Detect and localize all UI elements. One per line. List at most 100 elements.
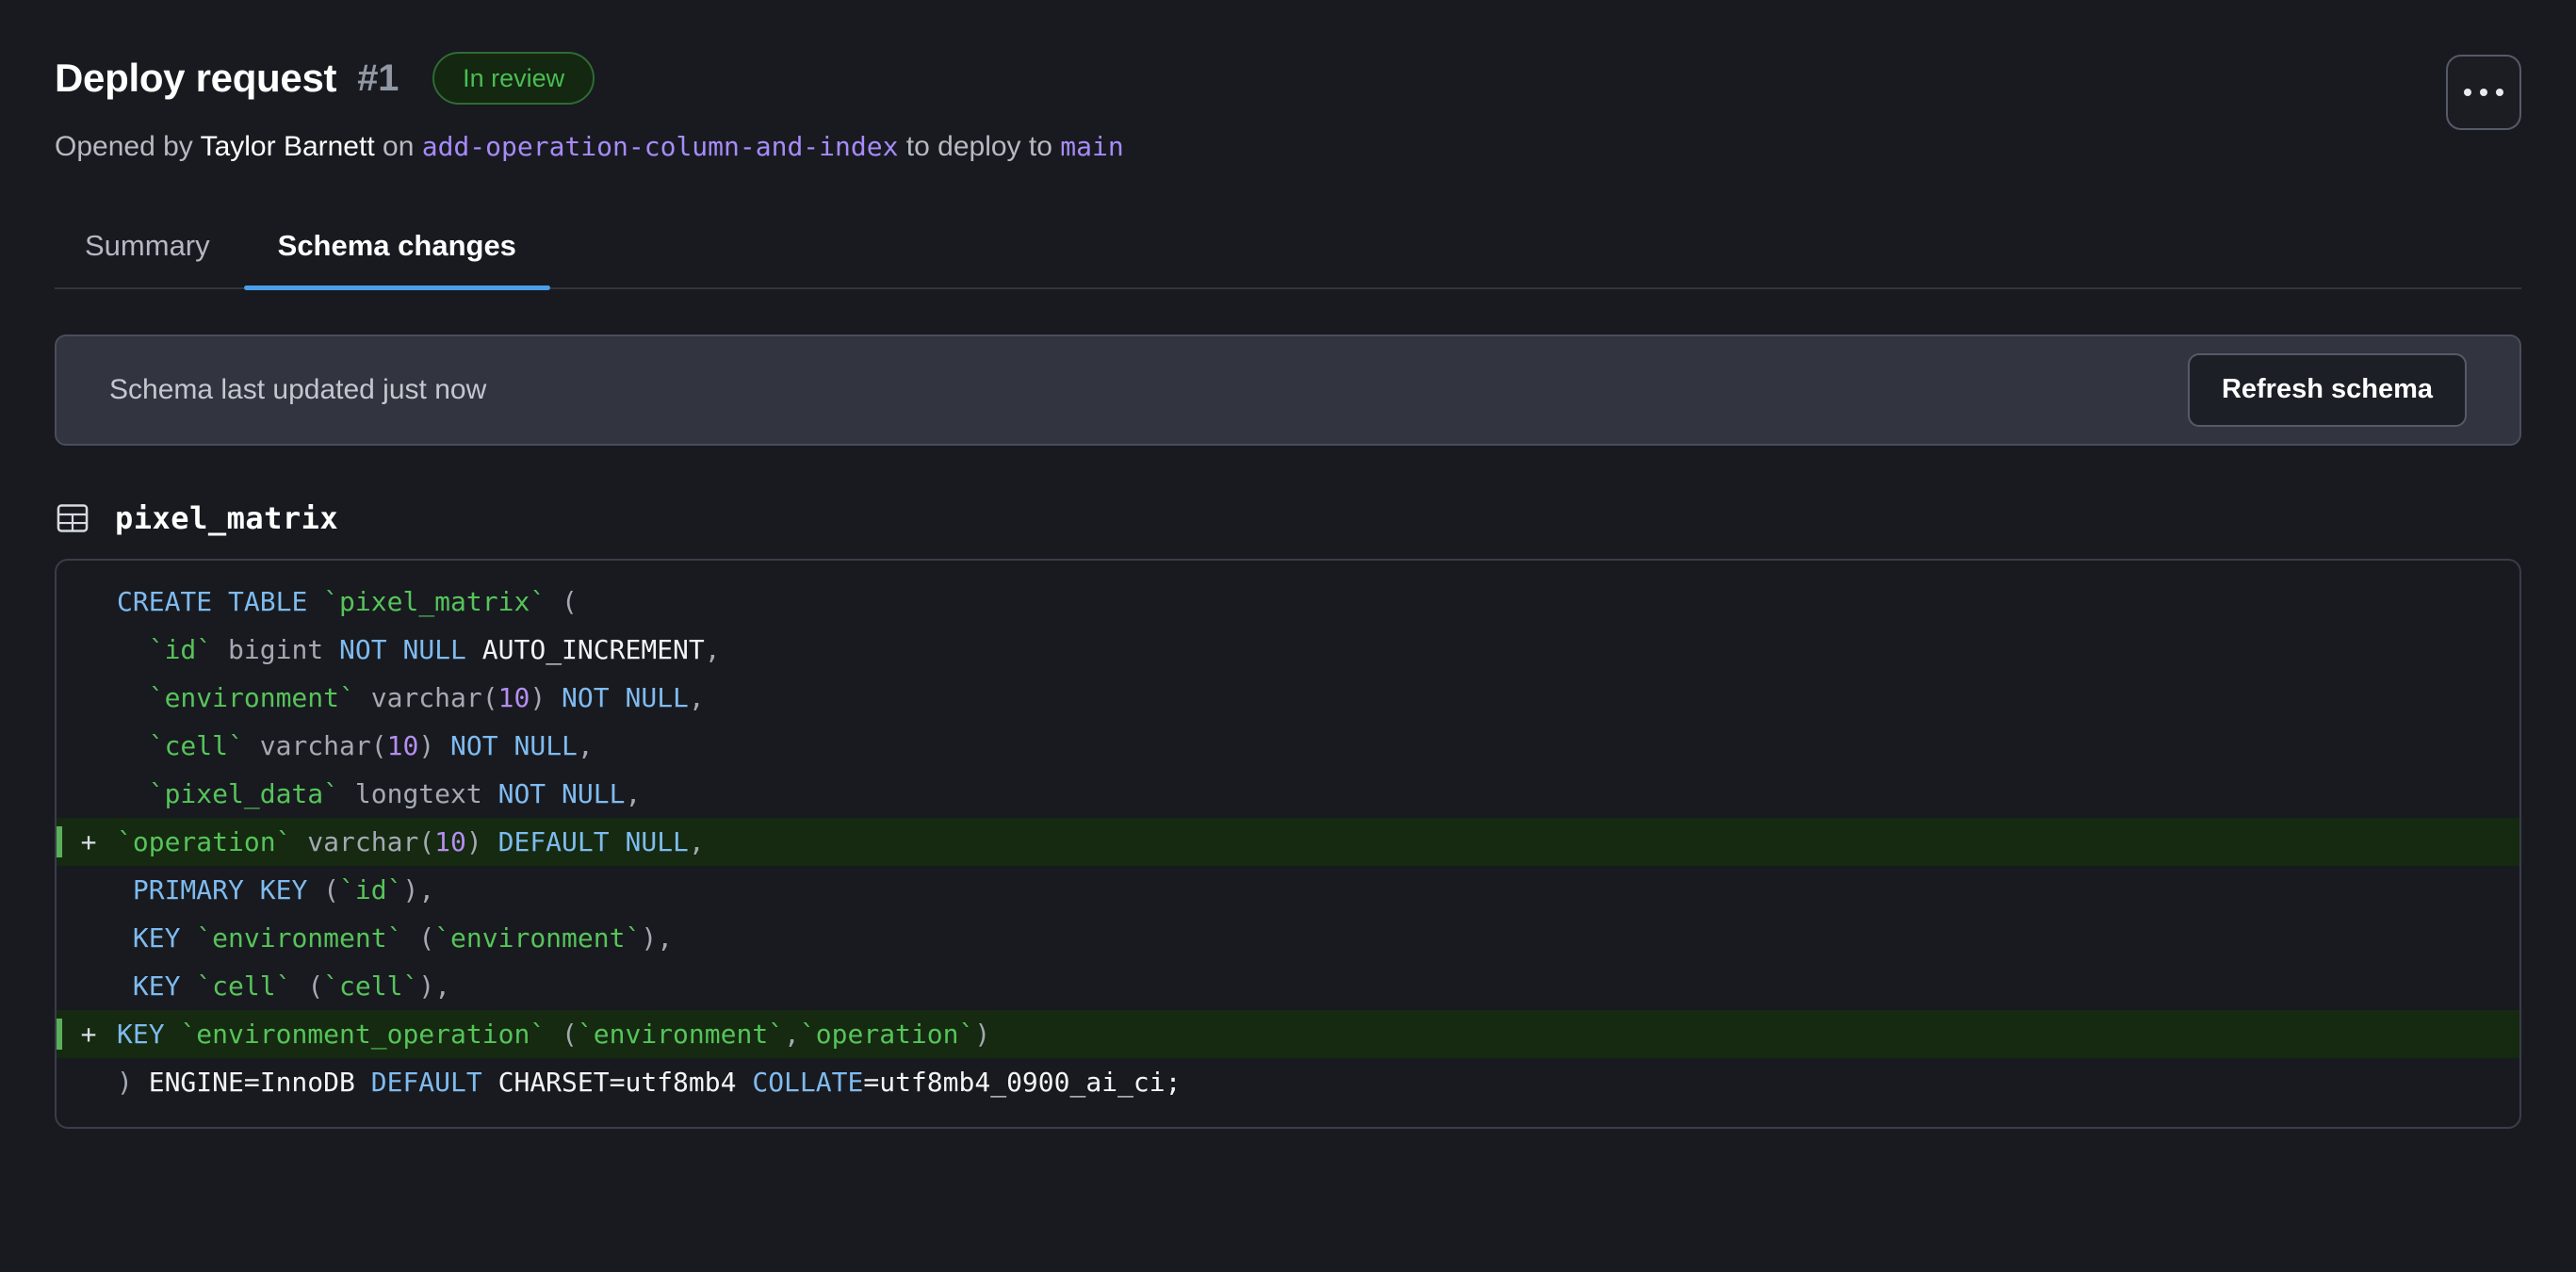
code-token	[546, 778, 562, 809]
code-token: TABLE	[228, 586, 307, 617]
code-token	[434, 730, 450, 761]
tab-summary-label: Summary	[85, 229, 210, 262]
source-branch-link[interactable]: add-operation-column-and-index	[422, 131, 899, 162]
code-line: `id` bigint NOT NULL AUTO_INCREMENT,	[57, 626, 2519, 674]
code-token: ,	[578, 730, 594, 761]
code-line-text: `id` bigint NOT NULL AUTO_INCREMENT,	[115, 634, 2519, 665]
code-token: (	[562, 586, 578, 617]
code-token: `cell`	[196, 970, 291, 1002]
deploy-request-page: Deploy request #1 In review Opened by Ta…	[0, 0, 2576, 1272]
status-badge: In review	[432, 52, 595, 105]
code-token: )	[418, 730, 434, 761]
code-token: )	[418, 970, 434, 1002]
author-name: Taylor Barnett	[201, 131, 375, 162]
code-token	[498, 730, 514, 761]
code-token	[339, 778, 355, 809]
code-token: KEY	[260, 874, 308, 905]
code-token: =utf8mb4_0900_ai_ci;	[863, 1067, 1181, 1098]
code-token: 10	[387, 730, 419, 761]
code-token	[610, 682, 626, 713]
code-token	[212, 634, 228, 665]
code-lines-container: CREATE TABLE `pixel_matrix` ( `id` bigin…	[57, 578, 2519, 1106]
code-token: `operation`	[117, 826, 291, 857]
code-token	[355, 1067, 371, 1098]
code-token: NOT	[562, 682, 610, 713]
code-token	[546, 586, 562, 617]
code-token: bigint	[228, 634, 323, 665]
code-token: (	[307, 970, 323, 1002]
code-token	[133, 1067, 149, 1098]
refresh-schema-button[interactable]: Refresh schema	[2188, 353, 2467, 427]
code-token: 10	[434, 826, 466, 857]
code-line: `pixel_data` longtext NOT NULL,	[57, 770, 2519, 818]
code-line: KEY `environment` (`environment`),	[57, 914, 2519, 962]
table-header: pixel_matrix	[55, 500, 2521, 536]
code-token: NOT	[339, 634, 387, 665]
code-token: ,	[689, 682, 705, 713]
code-token: ,	[625, 778, 641, 809]
code-line-text: KEY `environment` (`environment`),	[115, 922, 2519, 954]
code-token	[117, 778, 149, 809]
tab-list: Summary Schema changes	[55, 229, 2521, 289]
code-token	[180, 922, 196, 954]
code-token: `environment_operation`	[180, 1019, 546, 1050]
code-token: ENGINE=InnoDB	[149, 1067, 355, 1098]
code-token: NULL	[562, 778, 625, 809]
code-token	[402, 922, 418, 954]
code-token: ,	[657, 922, 673, 954]
code-token	[117, 634, 149, 665]
ellipsis-icon-dot-1	[2464, 89, 2471, 96]
code-line: KEY `cell` (`cell`),	[57, 962, 2519, 1010]
code-token	[117, 970, 133, 1002]
code-token: NULL	[514, 730, 577, 761]
code-token: DEFAULT	[371, 1067, 482, 1098]
code-token: longtext	[355, 778, 482, 809]
code-line: ) ENGINE=InnoDB DEFAULT CHARSET=utf8mb4 …	[57, 1058, 2519, 1106]
code-token	[117, 874, 133, 905]
code-token	[355, 682, 371, 713]
code-token: ,	[784, 1019, 800, 1050]
code-token	[307, 874, 323, 905]
code-token: `environment`	[434, 922, 641, 954]
code-token: (	[323, 874, 339, 905]
code-line-text: `pixel_data` longtext NOT NULL,	[115, 778, 2519, 809]
code-token: varchar	[307, 826, 418, 857]
code-token	[482, 826, 498, 857]
code-token	[291, 826, 307, 857]
code-token	[117, 922, 133, 954]
code-token: `id`	[149, 634, 212, 665]
code-line-text: KEY `cell` (`cell`),	[115, 970, 2519, 1002]
tab-summary[interactable]: Summary	[55, 229, 244, 287]
overflow-menu-button[interactable]	[2446, 55, 2521, 130]
code-token: )	[974, 1019, 990, 1050]
code-token: )	[641, 922, 657, 954]
code-token	[387, 634, 403, 665]
code-token	[323, 634, 339, 665]
diff-marker: +	[57, 826, 115, 857]
code-line-text: PRIMARY KEY (`id`),	[115, 874, 2519, 905]
tab-schema-changes-label: Schema changes	[278, 229, 516, 262]
code-token: `environment`	[196, 922, 402, 954]
code-token: NULL	[625, 682, 688, 713]
code-token: `operation`	[800, 1019, 974, 1050]
code-token: (	[418, 826, 434, 857]
target-branch-link[interactable]: main	[1060, 131, 1123, 162]
code-token: ,	[418, 874, 434, 905]
code-token	[546, 1019, 562, 1050]
code-token: `environment`	[149, 682, 355, 713]
code-token	[546, 682, 562, 713]
code-token: `environment`	[578, 1019, 784, 1050]
code-token: (	[371, 730, 387, 761]
code-line-text: ) ENGINE=InnoDB DEFAULT CHARSET=utf8mb4 …	[115, 1067, 2519, 1098]
code-token	[482, 778, 498, 809]
subtitle-connector: to deploy to	[898, 131, 1060, 162]
deploy-request-subtitle: Opened by Taylor Barnett on add-operatio…	[55, 128, 2521, 167]
code-token	[180, 970, 196, 1002]
tabs-container: Summary Schema changes	[0, 229, 2576, 289]
code-token: CREATE	[117, 586, 212, 617]
diff-marker: +	[57, 1019, 115, 1050]
tab-schema-changes[interactable]: Schema changes	[244, 229, 550, 287]
code-token: NULL	[402, 634, 465, 665]
code-token	[244, 874, 260, 905]
code-token	[307, 586, 323, 617]
